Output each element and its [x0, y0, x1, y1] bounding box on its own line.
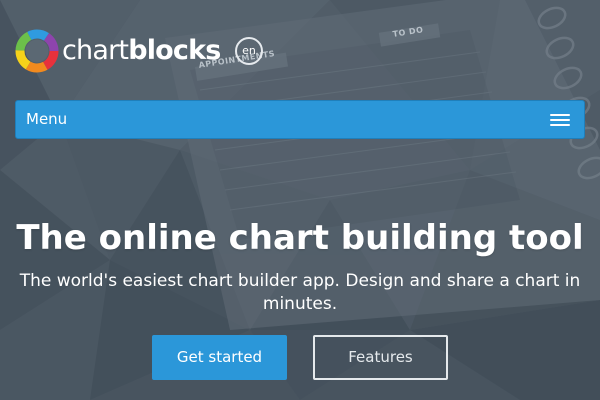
logo-wordmark: chartblocks: [62, 28, 221, 74]
hero-subtitle: The world's easiest chart builder app. D…: [19, 271, 581, 314]
get-started-button[interactable]: Get started: [152, 335, 287, 380]
chartblocks-logo[interactable]: chartblocks: [14, 28, 221, 74]
features-button[interactable]: Features: [313, 335, 448, 380]
logo-ring-icon: [15, 29, 59, 73]
hero-title: The online chart building tool: [16, 218, 584, 258]
menu-label: Menu: [26, 110, 68, 128]
language-selector[interactable]: en: [235, 37, 263, 65]
hamburger-icon[interactable]: [550, 113, 570, 127]
logo-text-bold: blocks: [128, 35, 221, 66]
menu-bar[interactable]: Menu: [15, 100, 585, 139]
logo-text-light: chart: [62, 35, 129, 66]
